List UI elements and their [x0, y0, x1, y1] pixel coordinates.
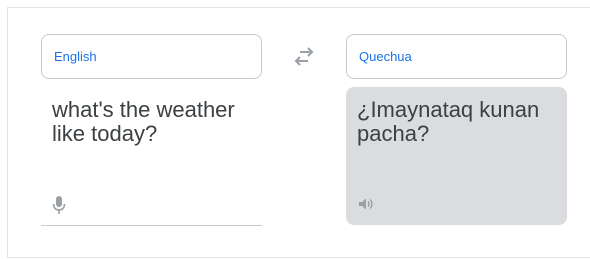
- microphone-button[interactable]: [52, 195, 66, 215]
- source-text-input[interactable]: what's the weather like today?: [52, 98, 277, 146]
- translation-text: ¿Imaynataq kunan pacha?: [357, 97, 540, 146]
- speaker-icon: [359, 198, 373, 210]
- microphone-icon: [52, 196, 66, 214]
- source-language-button[interactable]: English: [41, 34, 262, 79]
- swap-languages-button[interactable]: [290, 45, 318, 69]
- translation-output-panel: ¿Imaynataq kunan pacha?: [346, 87, 567, 225]
- source-input-underline: [41, 225, 262, 226]
- target-language-button[interactable]: Quechua: [346, 34, 567, 79]
- swap-languages-icon: [294, 47, 314, 66]
- listen-button[interactable]: [358, 197, 374, 211]
